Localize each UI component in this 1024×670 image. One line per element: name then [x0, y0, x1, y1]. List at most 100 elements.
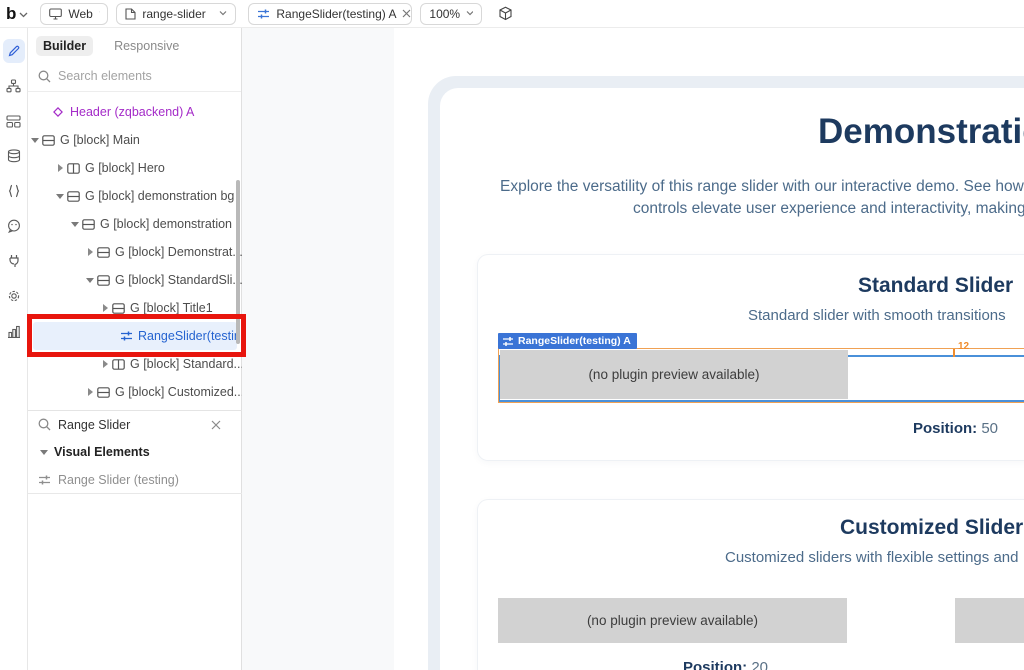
search-icon — [38, 70, 51, 83]
caret-down-icon[interactable] — [30, 137, 40, 143]
logs-chart-icon[interactable] — [3, 319, 25, 343]
range-slider-icon — [502, 336, 514, 347]
new-elements-panel: Visual Elements Range Slider (testing) — [28, 410, 242, 494]
position-label: Position: — [913, 420, 978, 437]
reusable-diamond-icon — [50, 106, 66, 118]
group-rows-icon — [95, 274, 111, 286]
visual-elements-section[interactable]: Visual Elements — [28, 438, 242, 466]
group-rows-icon — [110, 302, 126, 314]
intro-text-line1: Explore the versatility of this range sl… — [500, 178, 1024, 195]
search-icon — [38, 418, 51, 431]
search-elements-input[interactable] — [58, 69, 208, 83]
design-canvas[interactable]: Demonstration Explore the versatility of… — [242, 28, 1024, 670]
plugin-preview-placeholder[interactable]: (no plugin preview available) — [500, 350, 848, 399]
tree-label: Header (zqbackend) A — [70, 105, 195, 119]
zoom-select[interactable]: 100% — [420, 2, 483, 25]
tree-item-main[interactable]: G [block] Main — [28, 126, 242, 154]
element-tree: Header (zqbackend) A G [block] Main G [b… — [28, 98, 242, 406]
chevron-down-icon — [219, 11, 227, 16]
standard-card-subtitle: Standard slider with smooth transitions — [748, 307, 1006, 324]
tree-label: G [block] Customized... — [115, 385, 242, 399]
platform-select[interactable]: Web — [40, 2, 109, 25]
standard-card-title: Standard Slider — [858, 274, 1014, 297]
element-tab[interactable]: RangeSlider(testing) A — [248, 2, 413, 25]
standard-position-readout: Position: 50 — [913, 420, 998, 437]
tab-responsive[interactable]: Responsive — [107, 36, 186, 56]
tree-item-hero[interactable]: G [block] Hero — [28, 154, 242, 182]
tree-label: G [block] demonstration — [100, 217, 233, 231]
position-value: 20 — [751, 659, 769, 670]
page-heading: Demonstration — [818, 112, 1024, 151]
tree-label: G [block] Main — [60, 133, 140, 147]
elements-search-row — [28, 62, 241, 92]
bubble-logo[interactable]: b — [6, 4, 16, 24]
page-icon — [125, 7, 136, 20]
layout-wireframe-icon[interactable] — [3, 109, 25, 133]
caret-down-icon[interactable] — [70, 221, 80, 227]
range-slider-icon — [38, 474, 51, 486]
tree-item-standardsli[interactable]: G [block] StandardSli... — [28, 266, 242, 294]
tree-item-header[interactable]: Header (zqbackend) A — [28, 98, 242, 126]
monitor-icon — [49, 7, 63, 20]
badge-label: RangeSlider(testing) A — [518, 335, 631, 347]
position-label: Position: — [683, 659, 748, 670]
backend-braces-icon[interactable] — [3, 179, 25, 203]
element-search-input[interactable] — [58, 417, 204, 432]
tree-label: G [block] Standard... — [130, 357, 242, 371]
tree-item-demonstration-bg[interactable]: G [block] demonstration bg — [28, 182, 242, 210]
panel-tabs: Builder Responsive — [28, 28, 241, 62]
group-rows-icon — [40, 134, 56, 146]
tree-item-customized[interactable]: G [block] Customized... — [28, 378, 242, 406]
customized-card-title: Customized Sliders — [840, 516, 1024, 539]
tab-builder[interactable]: Builder — [36, 36, 94, 56]
tree-item-demonstration[interactable]: G [block] demonstration — [28, 210, 242, 238]
caret-down-icon — [40, 449, 48, 455]
tree-item-demonstrat[interactable]: G [block] Demonstrat... — [28, 238, 242, 266]
intro-text-line2: controls elevate user experience and int… — [633, 200, 1024, 217]
plugin-preview-placeholder[interactable]: (no plugin preview available) — [498, 598, 847, 643]
tree-label: G [block] StandardSli... — [115, 273, 242, 287]
caret-right-icon[interactable] — [55, 164, 65, 172]
close-tab-icon[interactable] — [402, 9, 411, 18]
group-rows-icon — [95, 246, 111, 258]
caret-right-icon[interactable] — [100, 360, 110, 368]
element-search-row — [28, 410, 242, 438]
caret-right-icon[interactable] — [85, 248, 95, 256]
range-slider-icon — [257, 8, 270, 20]
caret-right-icon[interactable] — [100, 304, 110, 312]
settings-gear-icon[interactable] — [3, 284, 25, 308]
styles-palette-icon[interactable] — [3, 214, 25, 238]
group-rows-icon — [65, 190, 81, 202]
caret-down-icon[interactable] — [85, 277, 95, 283]
left-icon-rail — [0, 28, 28, 670]
page-select[interactable]: range-slider — [116, 2, 237, 25]
customized-position-readout: Position: 20 — [683, 659, 768, 670]
palette-item-label: Range Slider (testing) — [58, 472, 179, 487]
position-value: 50 — [981, 420, 999, 437]
tree-label: G [block] Title1 — [130, 301, 213, 315]
caret-right-icon[interactable] — [85, 388, 95, 396]
customized-card-subtitle: Customized sliders with flexible setting… — [725, 549, 1019, 566]
caret-down-icon[interactable] — [55, 193, 65, 199]
database-icon[interactable] — [3, 144, 25, 168]
platform-label: Web — [68, 6, 93, 21]
tree-label: G [block] demonstration bg — [85, 189, 235, 203]
group-columns-icon — [110, 358, 126, 370]
gap-size-label: 12 — [958, 341, 970, 352]
palette-item-range-slider[interactable]: Range Slider (testing) — [28, 466, 242, 494]
plugins-plug-icon[interactable] — [3, 249, 25, 273]
component-cube-icon[interactable] — [498, 6, 513, 21]
logo-chevron-down-icon[interactable] — [19, 12, 28, 18]
plugin-preview-placeholder[interactable] — [955, 598, 1024, 643]
page-label: range-slider — [142, 6, 206, 21]
tree-label: G [block] Demonstrat... — [115, 245, 242, 259]
clear-search-icon[interactable] — [211, 420, 221, 430]
selected-element-badge[interactable]: RangeSlider(testing) A — [498, 333, 637, 349]
group-rows-icon — [80, 218, 96, 230]
workflow-sitemap-icon[interactable] — [3, 74, 25, 98]
chevron-down-icon — [466, 11, 474, 16]
top-toolbar: b Web range-slider RangeSlider(testing) … — [0, 0, 1024, 28]
tree-label: G [block] Hero — [85, 161, 165, 175]
element-tab-label: RangeSlider(testing) A — [276, 6, 397, 21]
design-pencil-icon[interactable] — [2, 39, 25, 63]
